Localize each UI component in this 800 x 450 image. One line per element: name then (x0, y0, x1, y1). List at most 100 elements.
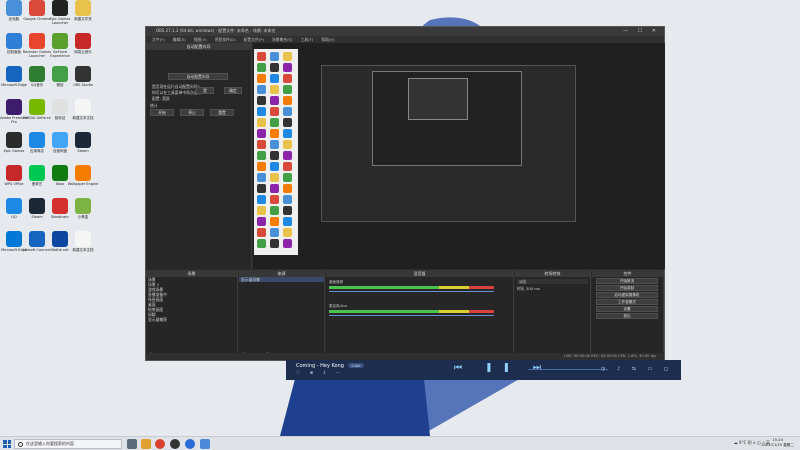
nested-preview-window (321, 65, 576, 222)
transitions-dock: 转场特效 淡出 时长 300 ms (515, 270, 591, 360)
app-icon (75, 132, 91, 148)
settings-button[interactable]: 设置 (596, 306, 658, 312)
chrome-icon[interactable] (155, 439, 165, 449)
obs-window: OBS 27.1.3 (64-bit, windows) - 配置文件: 未命名… (145, 26, 665, 361)
app-icon (6, 99, 22, 115)
music-app-icon[interactable] (200, 439, 210, 449)
preview-app-icon (283, 96, 292, 105)
scene-item[interactable]: 显示器捕获 (146, 317, 237, 322)
mixer-channel-desktop: 桌面音频 (329, 280, 513, 295)
preview-app-icon (283, 118, 292, 127)
preview-app-icon (283, 85, 292, 94)
music-player-bar: Coming - Hey Kong 24bit ♡ ⊕ ⇩ ⋯ ⏮ ❚❚ ⏭ ◷… (286, 360, 681, 380)
app-icon (29, 66, 45, 82)
preview-app-icon (257, 96, 266, 105)
taskbar-clock[interactable]: 15:24 2022/11/15 星期二 (761, 438, 794, 448)
start-virtual-camera-button[interactable]: 启动虚拟摄像机 (596, 292, 658, 298)
studio-mode-button[interactable]: 工作室模式 (596, 299, 658, 305)
desktop-icon[interactable]: 网易云音乐 (69, 33, 97, 63)
desktop-icon[interactable]: Steam (69, 132, 97, 162)
preview-app-icon (283, 129, 292, 138)
preview-app-icon (257, 173, 266, 182)
transition-select[interactable]: 淡出 (517, 279, 588, 284)
source-list: 显示器采集 (239, 277, 324, 282)
source-item[interactable]: 显示器采集 (239, 277, 324, 282)
transitions-header: 转场特效 (515, 270, 590, 277)
start-button[interactable]: 开始 (150, 109, 174, 116)
stop-button[interactable]: 停止 (180, 109, 204, 116)
task-view-icon[interactable] (127, 439, 137, 449)
progress-bar[interactable] (528, 369, 608, 370)
transition-duration[interactable]: 时长 300 ms (515, 286, 590, 291)
desktop-icon[interactable]: 新建文本文档 (69, 231, 97, 261)
mixer-channel-name: 麦克风/Aux (329, 304, 348, 308)
yes-button[interactable]: 是 (196, 87, 214, 94)
start-recording-button[interactable]: 开始录制 (596, 285, 658, 291)
start-streaming-button[interactable]: 开始推流 (596, 278, 658, 284)
app-icon (6, 132, 22, 148)
desktop-icon-label: 网易云音乐 (74, 50, 92, 54)
program-preview[interactable] (253, 43, 665, 269)
obs-titlebar: OBS 27.1.3 (64-bit, windows) - 配置文件: 未命名… (146, 27, 664, 36)
exit-button[interactable]: 退出 (596, 313, 658, 319)
obs-icon[interactable] (170, 439, 180, 449)
app-icon (29, 198, 45, 214)
playback-controls[interactable]: ⏮ ❚❚ ⏭ (454, 363, 551, 373)
windows-start-icon[interactable] (3, 440, 11, 448)
reset-button[interactable]: 重置 (210, 109, 234, 116)
quality-badge: 24bit (348, 363, 364, 368)
app-icon (75, 0, 91, 16)
desktop-icon-label: 新建文本文档 (72, 248, 94, 252)
duration-value: 300 ms (525, 286, 540, 291)
mixer-channel-mic: 麦克风/Aux (329, 304, 513, 319)
preview-app-icon (283, 52, 292, 61)
preview-app-icon (257, 107, 266, 116)
desktop-icon[interactable]: 新建文件夹 (69, 0, 97, 30)
app-icon (75, 66, 91, 82)
desktop-icon-label: 新建文件夹 (74, 17, 92, 21)
obs-menubar: 文件(F) 编辑(E) 视图(V) 停靠部件(D) 配置文件(P) 场景集合(S… (146, 36, 664, 43)
ok-button[interactable]: 确定 (224, 87, 242, 94)
now-playing-title[interactable]: Coming - Hey Kong (296, 363, 344, 369)
volume-slider[interactable] (329, 291, 494, 292)
volume-slider[interactable] (329, 315, 494, 316)
app-icon (75, 33, 91, 49)
preview-app-icon (270, 206, 279, 215)
preview-app-icon (257, 228, 266, 237)
taskbar-search-box[interactable]: 在这里输入你要搜索的内容 (14, 439, 122, 449)
app-icon (29, 165, 45, 181)
desktop-icon[interactable]: OBS Studio (69, 66, 97, 96)
mixer-header: 混音器 (326, 270, 513, 277)
search-icon (18, 442, 23, 447)
song-action-icons[interactable]: ♡ ⊕ ⇩ ⋯ (296, 371, 344, 376)
window-controls[interactable]: — ☐ ✕ (623, 28, 660, 34)
app-icon (6, 198, 22, 214)
search-placeholder: 在这里输入你要搜索的内容 (26, 441, 74, 446)
preview-app-icon (270, 118, 279, 127)
preview-app-icon (283, 228, 292, 237)
app-icon (6, 165, 22, 181)
app-icon (75, 198, 91, 214)
preview-app-icon (270, 74, 279, 83)
app-icon (52, 99, 68, 115)
player-option-icons[interactable]: ◷ ♪ ⇆ ▭ ◻ (601, 366, 673, 372)
sources-dock: 来源 显示器采集 ＋ − ⚙ ∧ ∨ (239, 270, 325, 360)
desktop-icon[interactable]: 小黑盒 (69, 198, 97, 228)
desktop-icon[interactable]: 新建文本文档 (69, 99, 97, 129)
preview-app-icon (257, 52, 266, 61)
preview-app-icon (283, 162, 292, 171)
file-explorer-icon[interactable] (141, 439, 151, 449)
auto-config-header: 自动配置向导 (146, 43, 251, 50)
app-icon (52, 231, 68, 247)
edge-icon[interactable] (185, 439, 195, 449)
preview-app-icon (257, 63, 266, 72)
desktop-icon[interactable]: Wallpaper Engine (68, 165, 98, 195)
obs-status-bar: LIVE: 00:00:00 REC: 00:00:00 CPU: 1.6%, … (146, 353, 664, 360)
auto-config-button[interactable]: 自动配置向导 (168, 73, 228, 80)
scene-list: 场景 场景 2 游戏场景 直播准备中 休息画面 桌面 结束画面 闲聊 显示器捕获 (146, 277, 237, 322)
preview-app-icon (270, 96, 279, 105)
preview-app-icon (283, 140, 292, 149)
preview-app-icon (283, 239, 292, 248)
preview-app-icon (257, 85, 266, 94)
preview-app-icon (270, 85, 279, 94)
